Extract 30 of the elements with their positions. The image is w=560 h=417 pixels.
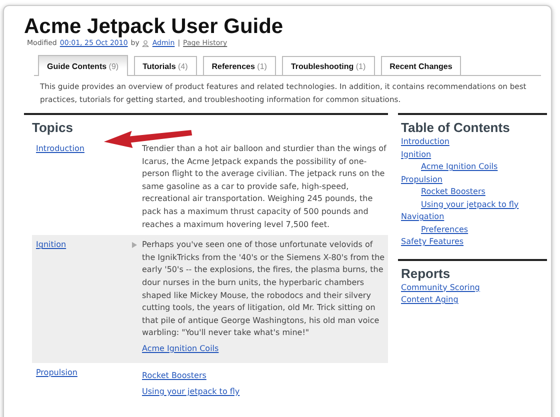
expand-triangle-icon[interactable] bbox=[132, 242, 137, 248]
subtopic-link[interactable]: Acme Ignition Coils bbox=[142, 344, 219, 353]
topic-link[interactable]: Introduction bbox=[36, 144, 84, 153]
topic-link[interactable]: Propulsion bbox=[36, 368, 78, 377]
toc-link[interactable]: Safety Features bbox=[401, 237, 464, 246]
page-title: Acme Jetpack User Guide bbox=[24, 16, 284, 38]
section-heading: Reports bbox=[398, 258, 547, 280]
report-link[interactable]: Content Aging bbox=[401, 295, 458, 304]
tab[interactable]: Troubleshooting (1) bbox=[282, 56, 375, 75]
tab[interactable]: Guide Contents (9) bbox=[38, 55, 128, 76]
tab[interactable]: Recent Changes bbox=[380, 56, 462, 75]
section-heading: Table of Contents bbox=[401, 120, 511, 135]
subtopic-link[interactable]: Using your jetpack to fly bbox=[142, 386, 240, 396]
toc-link[interactable]: Preferences bbox=[421, 224, 468, 234]
subtopic-link[interactable]: Rocket Boosters bbox=[142, 370, 206, 380]
topic-description: Trendier than a hot air balloon and sturdier than the wings of Icarus, the Acme Jetpack expands the possibility of one-person flight to the average civilian. The jetpack runs on the same gasoline as a car to provide safe, high-speed, recreational air transportation. Weighing 245 pounds, the pack has a maximum thrust capacity of 500 pounds and reaches a maximum hovering level 7,500 feet. bbox=[142, 143, 387, 231]
report-link[interactable]: Community Scoring bbox=[401, 282, 480, 292]
toc-link[interactable]: Navigation bbox=[401, 212, 444, 221]
tab[interactable]: Tutorials (4) bbox=[134, 56, 197, 75]
toc-link[interactable]: Ignition bbox=[401, 150, 432, 158]
tab[interactable]: References (1) bbox=[202, 56, 276, 75]
toc-link[interactable]: Rocket Boosters bbox=[421, 187, 486, 196]
user-icon bbox=[142, 40, 150, 46]
section-heading: Topics bbox=[32, 120, 74, 135]
topic-description: Perhaps you've seen one of those unfortunate velovids of the IgnikTricks from the '40's or the Siemens X-80's from the early '50's -- the explosions, the fires, the plasma burns, the dour nurses in the burn units, the hyperbaric chambers shaped like Mickey Mouse, the robodocs and their silvery cutting tools, the years of litigation, old Mr. Trick sitting on that pile of antique George Washingtons, his old man voice warbling: "You'll never take what's mine!" bbox=[142, 239, 386, 340]
toc-link[interactable]: Using your jetpack to fly bbox=[421, 200, 519, 208]
toc-link[interactable]: Introduction bbox=[401, 137, 450, 146]
toc-link[interactable]: Propulsion bbox=[401, 174, 442, 184]
toc-link[interactable]: Acme Ignition Coils bbox=[421, 162, 498, 171]
topic-link[interactable]: Ignition bbox=[36, 240, 66, 250]
